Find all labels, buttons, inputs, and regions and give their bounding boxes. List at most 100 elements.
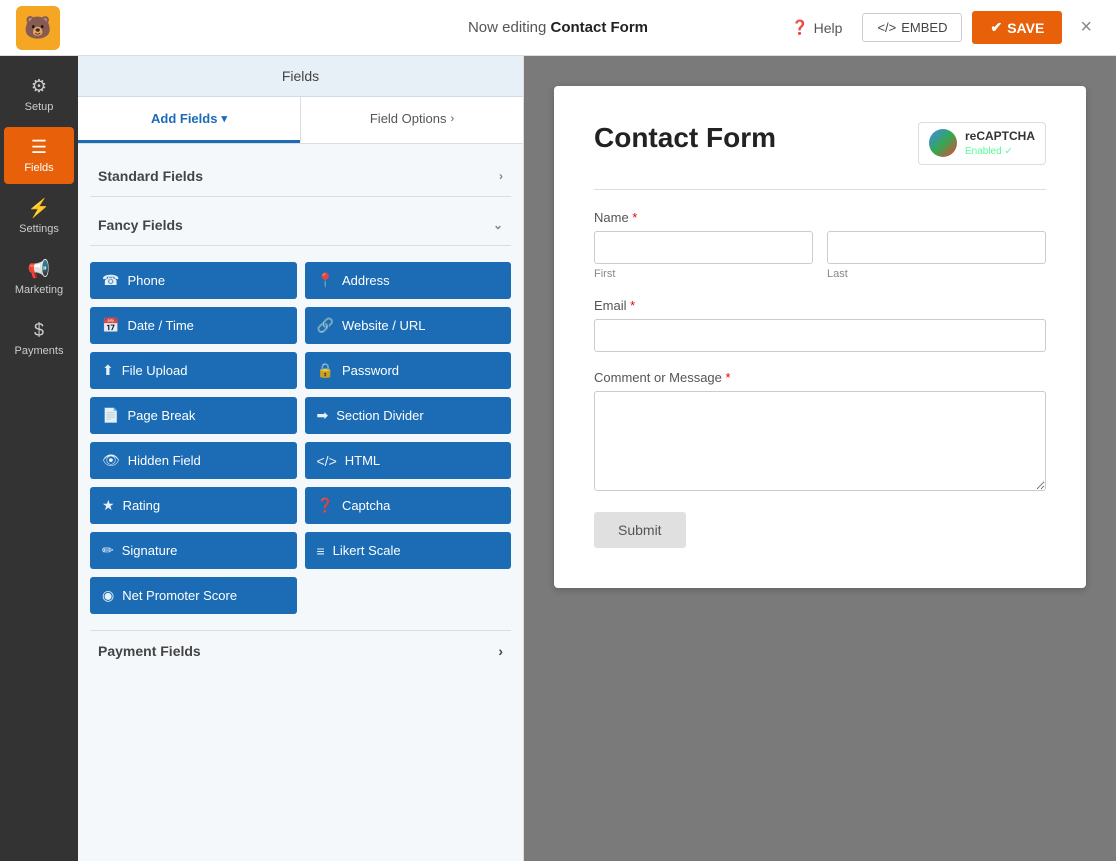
embed-icon: </> <box>877 20 896 35</box>
fields-tabs: Add Fields ▾ Field Options › <box>78 97 523 144</box>
html-field-button[interactable]: </> HTML <box>305 442 512 479</box>
payment-fields-chevron: › <box>498 643 503 659</box>
submit-label: Submit <box>618 522 662 538</box>
tab-field-options[interactable]: Field Options › <box>300 97 523 143</box>
chevron-down-icon: ▾ <box>221 112 227 125</box>
email-field-group: Email * <box>594 298 1046 352</box>
comment-label: Comment or Message * <box>594 370 1046 385</box>
recaptcha-title: reCAPTCHA <box>965 129 1035 145</box>
fancy-fields-chevron: ⌄ <box>493 218 503 232</box>
name-field-group: Name * First Last <box>594 210 1046 280</box>
likert-scale-field-button[interactable]: ≡ Likert Scale <box>305 532 512 569</box>
help-icon: ❓ <box>791 19 808 36</box>
net-promoter-score-field-button[interactable]: ◉ Net Promoter Score <box>90 577 297 614</box>
email-input[interactable] <box>594 319 1046 352</box>
standard-fields-label: Standard Fields <box>98 168 203 184</box>
file-upload-field-button[interactable]: ⬆ File Upload <box>90 352 297 389</box>
close-icon: × <box>1080 16 1092 38</box>
save-icon: ✔ <box>990 19 1002 36</box>
last-name-col: Last <box>827 231 1046 280</box>
nps-label: Net Promoter Score <box>122 588 237 603</box>
date-time-field-button[interactable]: 📅 Date / Time <box>90 307 297 344</box>
hidden-icon: 👁 <box>102 452 120 469</box>
name-label: Name * <box>594 210 1046 225</box>
rating-icon: ★ <box>102 497 115 514</box>
sidebar-label-fields: Fields <box>24 162 53 174</box>
recaptcha-text: reCAPTCHA Enabled ✓ <box>965 129 1035 158</box>
close-button[interactable]: × <box>1072 12 1100 43</box>
embed-button[interactable]: </> EMBED <box>862 13 962 42</box>
payment-fields-section[interactable]: Payment Fields › <box>90 630 511 671</box>
save-button[interactable]: ✔ SAVE <box>972 11 1062 44</box>
recaptcha-status: Enabled ✓ <box>965 145 1035 158</box>
sidebar-label-setup: Setup <box>25 101 54 113</box>
address-field-button[interactable]: 📍 Address <box>305 262 512 299</box>
rating-field-button[interactable]: ★ Rating <box>90 487 297 524</box>
address-icon: 📍 <box>317 272 334 289</box>
sidebar-item-settings[interactable]: ⚡ Settings <box>4 188 74 245</box>
comment-required: * <box>722 370 731 385</box>
sidebar-label-payments: Payments <box>15 345 64 357</box>
last-name-input[interactable] <box>827 231 1046 264</box>
comment-textarea[interactable] <box>594 391 1046 491</box>
email-label: Email * <box>594 298 1046 313</box>
sidebar-item-fields[interactable]: ☰ Fields <box>4 127 74 184</box>
signature-field-button[interactable]: ✏ Signature <box>90 532 297 569</box>
first-name-col: First <box>594 231 813 280</box>
phone-icon: ☎ <box>102 272 119 289</box>
nps-icon: ◉ <box>102 587 114 604</box>
payment-fields-label: Payment Fields <box>98 643 201 659</box>
sidebar-item-marketing[interactable]: 📢 Marketing <box>4 249 74 306</box>
fields-panel-header: Fields <box>78 56 523 97</box>
standard-fields-section[interactable]: Standard Fields › <box>90 156 511 197</box>
logo: 🐻 <box>16 6 60 50</box>
email-required: * <box>627 298 636 313</box>
phone-label: Phone <box>127 273 165 288</box>
first-name-input[interactable] <box>594 231 813 264</box>
payments-icon: $ <box>34 320 44 341</box>
likert-icon: ≡ <box>317 543 325 559</box>
captcha-label: Captcha <box>342 498 390 513</box>
form-divider <box>594 189 1046 190</box>
header-right: ❓ Help </> EMBED ✔ SAVE × <box>781 11 1100 44</box>
fields-content: Standard Fields › Fancy Fields ⌄ ☎ Phone… <box>78 144 523 683</box>
page-break-field-button[interactable]: 📄 Page Break <box>90 397 297 434</box>
tab-add-fields[interactable]: Add Fields ▾ <box>78 97 300 143</box>
fancy-fields-section[interactable]: Fancy Fields ⌄ <box>90 205 511 246</box>
date-icon: 📅 <box>102 317 119 334</box>
tab-add-fields-label: Add Fields <box>151 111 217 126</box>
likert-label: Likert Scale <box>333 543 401 558</box>
hidden-field-button[interactable]: 👁 Hidden Field <box>90 442 297 479</box>
password-label: Password <box>342 363 399 378</box>
website-url-field-button[interactable]: 🔗 Website / URL <box>305 307 512 344</box>
address-label: Address <box>342 273 390 288</box>
section-divider-label: Section Divider <box>336 408 423 423</box>
sidebar-item-payments[interactable]: $ Payments <box>4 310 74 367</box>
first-name-sublabel: First <box>594 268 813 280</box>
fields-header-label: Fields <box>282 68 319 84</box>
signature-icon: ✏ <box>102 542 114 559</box>
name-row: First Last <box>594 231 1046 280</box>
section-divider-icon: ➡ <box>317 407 329 424</box>
recaptcha-logo <box>929 129 957 157</box>
chevron-right-icon: › <box>450 113 454 125</box>
page-break-label: Page Break <box>127 408 195 423</box>
submit-button[interactable]: Submit <box>594 512 686 548</box>
editing-prefix: Now editing <box>468 19 551 36</box>
phone-field-button[interactable]: ☎ Phone <box>90 262 297 299</box>
top-header: 🐻 Now editing Contact Form ❓ Help </> EM… <box>0 0 1116 56</box>
captcha-field-button[interactable]: ❓ Captcha <box>305 487 512 524</box>
website-icon: 🔗 <box>317 317 334 334</box>
required-indicator: * <box>629 210 638 225</box>
standard-fields-chevron: › <box>499 169 503 183</box>
setup-icon: ⚙ <box>31 76 47 97</box>
file-upload-label: File Upload <box>122 363 188 378</box>
help-button[interactable]: ❓ Help <box>781 13 852 42</box>
sidebar-item-setup[interactable]: ⚙ Setup <box>4 66 74 123</box>
section-divider-field-button[interactable]: ➡ Section Divider <box>305 397 512 434</box>
fancy-fields-label: Fancy Fields <box>98 217 183 233</box>
signature-label: Signature <box>122 543 178 558</box>
sidebar-nav: ⚙ Setup ☰ Fields ⚡ Settings 📢 Marketing … <box>0 56 78 861</box>
date-time-label: Date / Time <box>127 318 193 333</box>
password-field-button[interactable]: 🔒 Password <box>305 352 512 389</box>
